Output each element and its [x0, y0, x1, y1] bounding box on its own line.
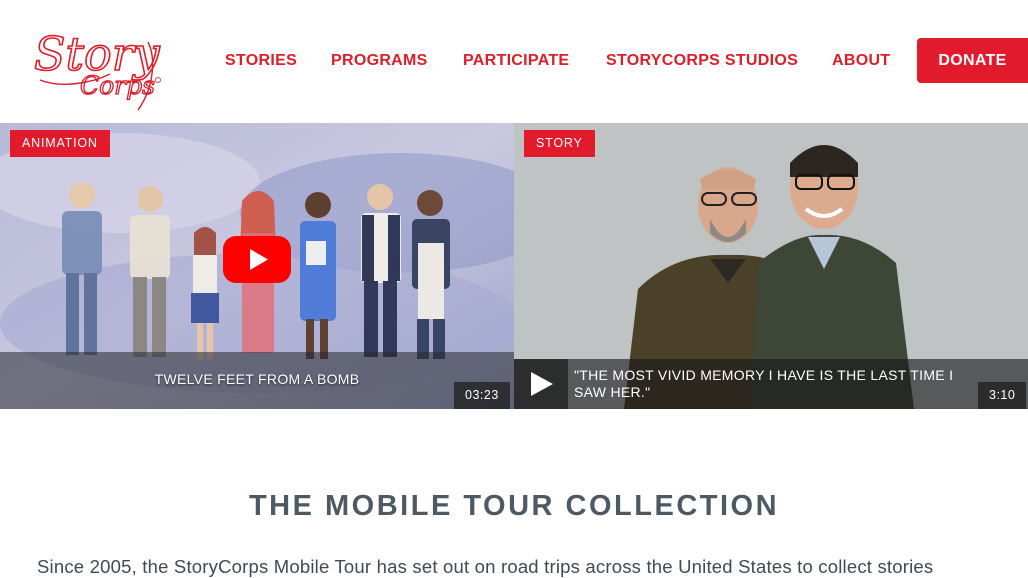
youtube-play-icon: [223, 236, 291, 283]
story-quote-title[interactable]: "THE MOST VIVID MEMORY I HAVE IS THE LAS…: [574, 367, 984, 401]
donate-button[interactable]: DONATE: [917, 38, 1028, 83]
youtube-play-button[interactable]: [223, 236, 291, 283]
video-duration: 3:10: [978, 382, 1027, 409]
storycorps-logo[interactable]: Story Corps: [30, 18, 180, 114]
nav-participate[interactable]: PARTICIPATE: [463, 38, 569, 83]
intro-paragraph: Since 2005, the StoryCorps Mobile Tour h…: [37, 556, 934, 577]
play-button[interactable]: [514, 359, 568, 409]
intro-container: Since 2005, the StoryCorps Mobile Tour h…: [0, 555, 1028, 578]
nav-about[interactable]: ABOUT: [832, 38, 890, 83]
logo-word-corps: Corps: [80, 71, 155, 100]
category-badge: ANIMATION: [10, 130, 110, 157]
play-icon: [531, 372, 553, 396]
nav-stories[interactable]: STORIES: [225, 38, 297, 83]
section-title: THE MOBILE TOUR COLLECTION: [248, 490, 780, 522]
hero-tile-story[interactable]: STORY "THE MOST VIVID MEMORY I HAVE IS T…: [514, 123, 1028, 409]
hero-tile-animation[interactable]: ANIMATION TWELVE FEET FROM A BOMB 03:23: [0, 123, 514, 409]
logo-wordmark: Story Corps: [33, 26, 161, 111]
site-header: Story Corps STORIES PROGRAMS PARTICIPATE…: [0, 0, 1028, 123]
nav-programs[interactable]: PROGRAMS: [331, 38, 428, 83]
category-badge: STORY: [524, 130, 595, 157]
video-title[interactable]: TWELVE FEET FROM A BOMB: [0, 371, 514, 387]
video-duration: 03:23: [454, 382, 510, 409]
nav-storycorps-studios[interactable]: STORYCORPS STUDIOS: [606, 38, 798, 83]
